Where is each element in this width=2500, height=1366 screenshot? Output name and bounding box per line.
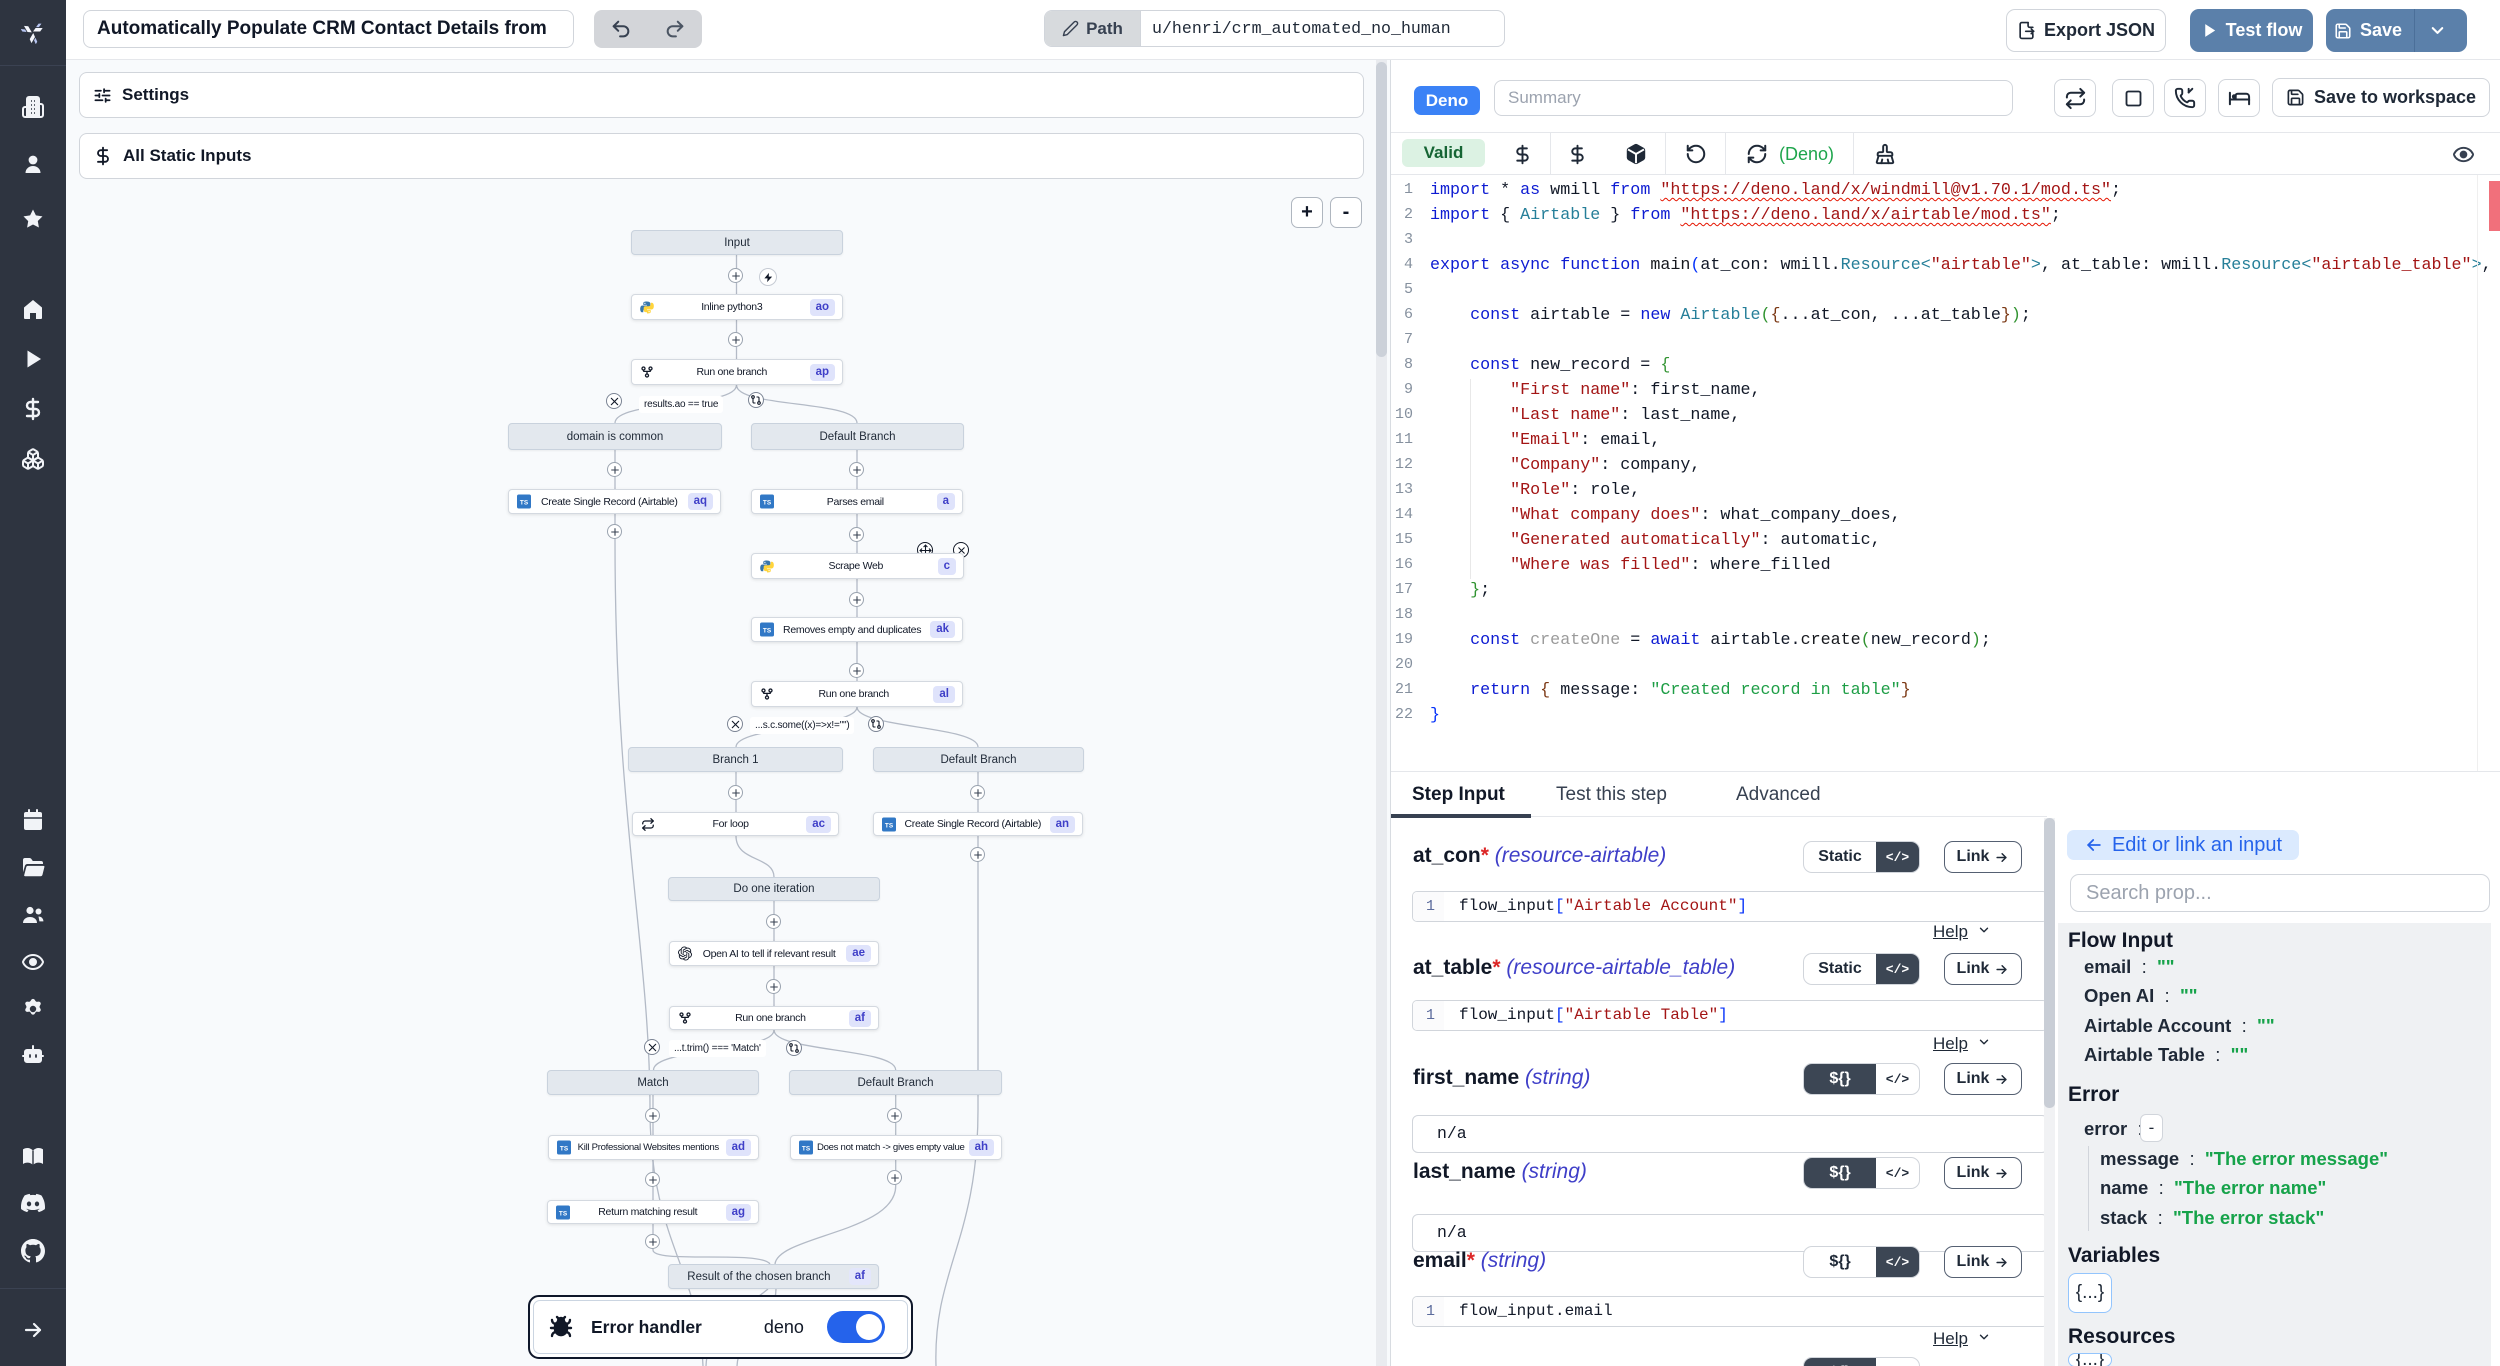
svg-text:TS: TS xyxy=(802,1145,811,1152)
svg-text:TS: TS xyxy=(763,499,772,506)
svg-text:TS: TS xyxy=(885,822,894,829)
svg-text:TS: TS xyxy=(560,1145,569,1152)
svg-text:TS: TS xyxy=(520,499,529,506)
svg-text:TS: TS xyxy=(559,1210,568,1217)
svg-text:TS: TS xyxy=(763,627,772,634)
